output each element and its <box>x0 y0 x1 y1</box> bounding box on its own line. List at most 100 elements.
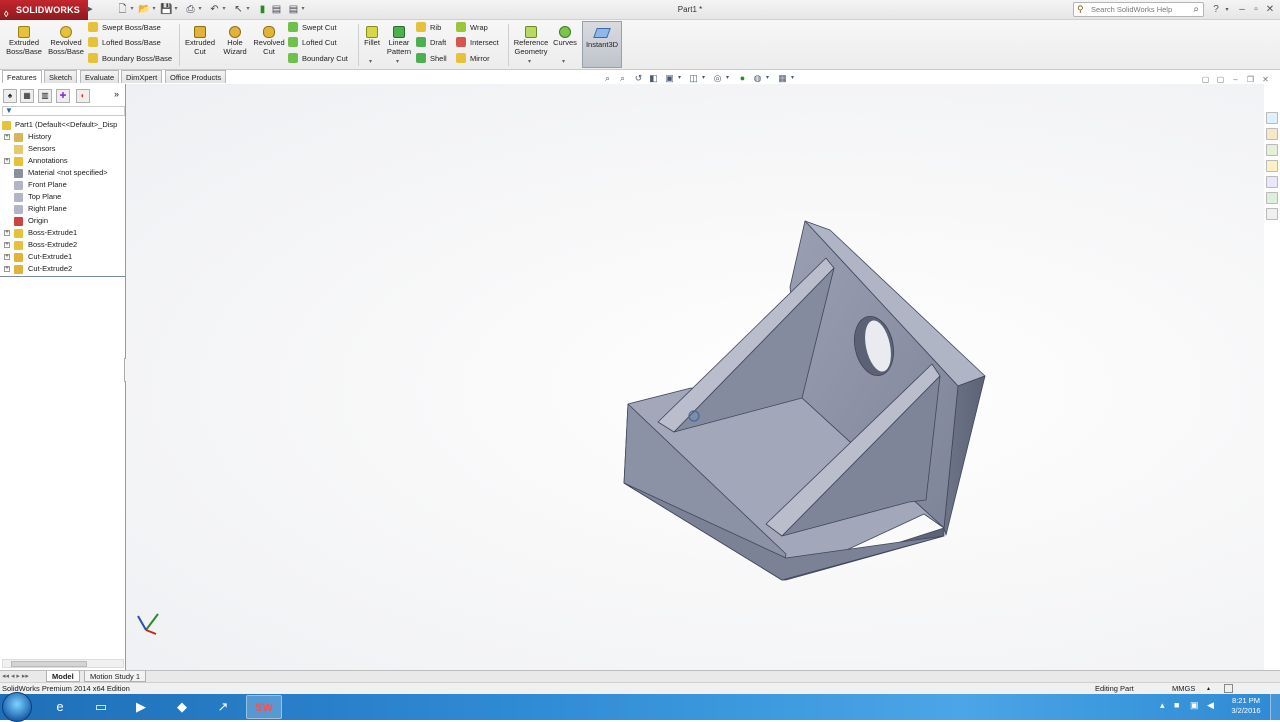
new-document-icon[interactable]: 🗋 <box>116 3 129 16</box>
hide-show-dropdown-icon[interactable]: ▾ <box>722 73 733 84</box>
lofted-boss-button[interactable]: Lofted Boss/Base <box>88 36 161 50</box>
swept-boss-button[interactable]: Swept Boss/Base <box>88 21 161 35</box>
tab-motion-study[interactable]: Motion Study 1 <box>84 671 147 682</box>
curves-button[interactable]: Curves ▾ <box>552 22 578 68</box>
solidworks-resources-icon[interactable] <box>1266 112 1278 124</box>
search-icon[interactable]: ⌕ <box>1193 3 1199 17</box>
select-icon[interactable]: ↖ <box>232 3 245 16</box>
fillet-button[interactable]: Fillet ▾ <box>361 22 383 68</box>
expand-icon[interactable]: + <box>4 134 10 140</box>
hole-wizard-button[interactable]: Hole Wizard <box>218 22 252 68</box>
media-player-icon[interactable]: ▶ <box>123 695 159 719</box>
boundary-cut-button[interactable]: Boundary Cut <box>288 52 348 66</box>
close-icon[interactable]: ✕ <box>1263 3 1277 17</box>
viewport-tile-icon[interactable]: ▢ <box>1215 75 1226 84</box>
open-dropdown-icon[interactable]: ▾ <box>151 3 157 16</box>
search-field[interactable]: ⚲ Search SolidWorks Help ⌕ <box>1073 2 1204 17</box>
view-palette-icon[interactable] <box>1266 160 1278 172</box>
file-explorer-taskbar-icon[interactable]: ▭ <box>83 695 119 719</box>
undo-icon[interactable]: ↶ <box>208 3 221 16</box>
display-style-dropdown-icon[interactable]: ▾ <box>698 73 709 84</box>
revolved-cut-button[interactable]: Revolved Cut <box>252 22 286 68</box>
options-dropdown-icon[interactable]: ▾ <box>300 3 306 16</box>
tree-item-boss-extrude1[interactable]: + Boss-Extrude1 <box>0 227 126 239</box>
print-dropdown-icon[interactable]: ▾ <box>197 3 203 16</box>
tree-filter-input[interactable]: ▼ <box>2 106 125 116</box>
draft-button[interactable]: Draft <box>416 36 446 50</box>
zoom-to-area-icon[interactable]: ⌕ <box>617 73 628 84</box>
save-dropdown-icon[interactable]: ▾ <box>173 3 179 16</box>
swept-cut-button[interactable]: Swept Cut <box>288 21 337 35</box>
file-properties-icon[interactable]: ▤ <box>270 3 283 16</box>
tab-office-products[interactable]: Office Products <box>165 70 227 83</box>
internet-explorer-icon[interactable]: e <box>42 695 78 719</box>
reference-dropdown-icon[interactable]: ▾ <box>528 58 531 67</box>
instant3d-button[interactable]: Instant3D <box>582 21 622 68</box>
customize-status-icon[interactable] <box>1224 684 1233 693</box>
graphics-area[interactable] <box>126 84 1264 671</box>
model-view[interactable] <box>126 84 1264 671</box>
open-icon[interactable]: 📂 <box>138 3 151 16</box>
tab-sketch[interactable]: Sketch <box>44 70 77 83</box>
rib-button[interactable]: Rib <box>416 21 441 35</box>
boundary-boss-button[interactable]: Boundary Boss/Base <box>88 52 172 66</box>
tree-root-part[interactable]: Part1 (Default<<Default>_Disp <box>0 119 126 131</box>
tree-item-front-plane[interactable]: Front Plane <box>0 179 126 191</box>
volume-icon[interactable]: ◀ <box>1207 700 1214 711</box>
view-settings-dropdown-icon[interactable]: ▾ <box>787 73 798 84</box>
options-icon[interactable]: ▤ <box>287 3 300 16</box>
curves-dropdown-icon[interactable]: ▾ <box>562 58 565 67</box>
pattern-dropdown-icon[interactable]: ▾ <box>396 58 399 67</box>
revolved-boss-button[interactable]: Revolved Boss/Base <box>46 22 86 68</box>
expand-icon[interactable]: + <box>4 242 10 248</box>
tree-item-annotations[interactable]: + Annotations <box>0 155 126 167</box>
design-library-icon[interactable] <box>1266 128 1278 140</box>
file-explorer-icon[interactable] <box>1266 144 1278 156</box>
forum-icon[interactable] <box>1266 208 1278 220</box>
view-orientation-dropdown-icon[interactable]: ▾ <box>674 73 685 84</box>
scrollbar-thumb[interactable] <box>11 661 87 667</box>
feature-tree-icon[interactable]: ♠ <box>3 89 17 103</box>
select-dropdown-icon[interactable]: ▾ <box>245 3 251 16</box>
section-view-icon[interactable]: ◧ <box>648 73 659 84</box>
recorder-taskbar-icon[interactable]: ↗ <box>205 695 241 719</box>
taskbar-clock[interactable]: 8:21 PM 3/2/2016 <box>1224 696 1268 718</box>
fillet-dropdown-icon[interactable]: ▾ <box>369 58 372 67</box>
solidworks-logo[interactable]: ◊ SOLIDWORKS ▶ <box>0 0 92 20</box>
tree-item-history[interactable]: + History <box>0 131 126 143</box>
lofted-cut-button[interactable]: Lofted Cut <box>288 36 337 50</box>
save-icon[interactable]: 💾 <box>160 3 173 16</box>
show-desktop-button[interactable] <box>1270 694 1280 720</box>
tree-item-sensors[interactable]: Sensors <box>0 143 126 155</box>
new-dropdown-icon[interactable]: ▾ <box>129 3 135 16</box>
start-button[interactable] <box>2 692 32 722</box>
restore-icon[interactable]: ▫ <box>1249 3 1263 17</box>
undo-dropdown-icon[interactable]: ▾ <box>221 3 227 16</box>
tree-item-boss-extrude2[interactable]: + Boss-Extrude2 <box>0 239 126 251</box>
tab-evaluate[interactable]: Evaluate <box>80 70 120 83</box>
display-manager-icon[interactable]: ◐ <box>76 89 90 103</box>
rebuild-icon[interactable]: ▮ <box>256 3 269 16</box>
extruded-boss-button[interactable]: Extruded Boss/Base <box>4 22 44 68</box>
app-taskbar-icon[interactable]: ◆ <box>164 695 200 719</box>
tab-dimxpert[interactable]: DimXpert <box>121 70 163 83</box>
doc-close-icon[interactable]: ✕ <box>1260 75 1271 84</box>
tree-item-cut-extrude1[interactable]: + Cut-Extrude1 <box>0 251 126 263</box>
custom-properties-icon[interactable] <box>1266 192 1278 204</box>
doc-restore-icon[interactable]: ❐ <box>1245 75 1256 84</box>
wrap-button[interactable]: Wrap <box>456 21 488 35</box>
solidworks-taskbar-icon[interactable]: SW <box>246 695 282 719</box>
tree-rollback-bar[interactable] <box>0 276 125 277</box>
tree-item-top-plane[interactable]: Top Plane <box>0 191 126 203</box>
expand-icon[interactable]: + <box>4 266 10 272</box>
configuration-manager-icon[interactable]: ▥ <box>38 89 52 103</box>
intersect-button[interactable]: Intersect <box>456 36 499 50</box>
doc-minimize-icon[interactable]: – <box>1230 75 1241 84</box>
zoom-to-fit-icon[interactable]: ⌕ <box>602 73 613 84</box>
tab-scroll-icons[interactable]: ◂◂ ◂ ▸ ▸▸ <box>2 672 29 680</box>
tray-app-icon[interactable]: ■ <box>1174 700 1179 710</box>
help-dropdown-icon[interactable]: ▾ <box>1220 3 1234 17</box>
apply-scene-dropdown-icon[interactable]: ▾ <box>762 73 773 84</box>
expand-panel-icon[interactable]: » <box>114 89 119 99</box>
edit-appearance-icon[interactable]: ● <box>737 73 748 84</box>
